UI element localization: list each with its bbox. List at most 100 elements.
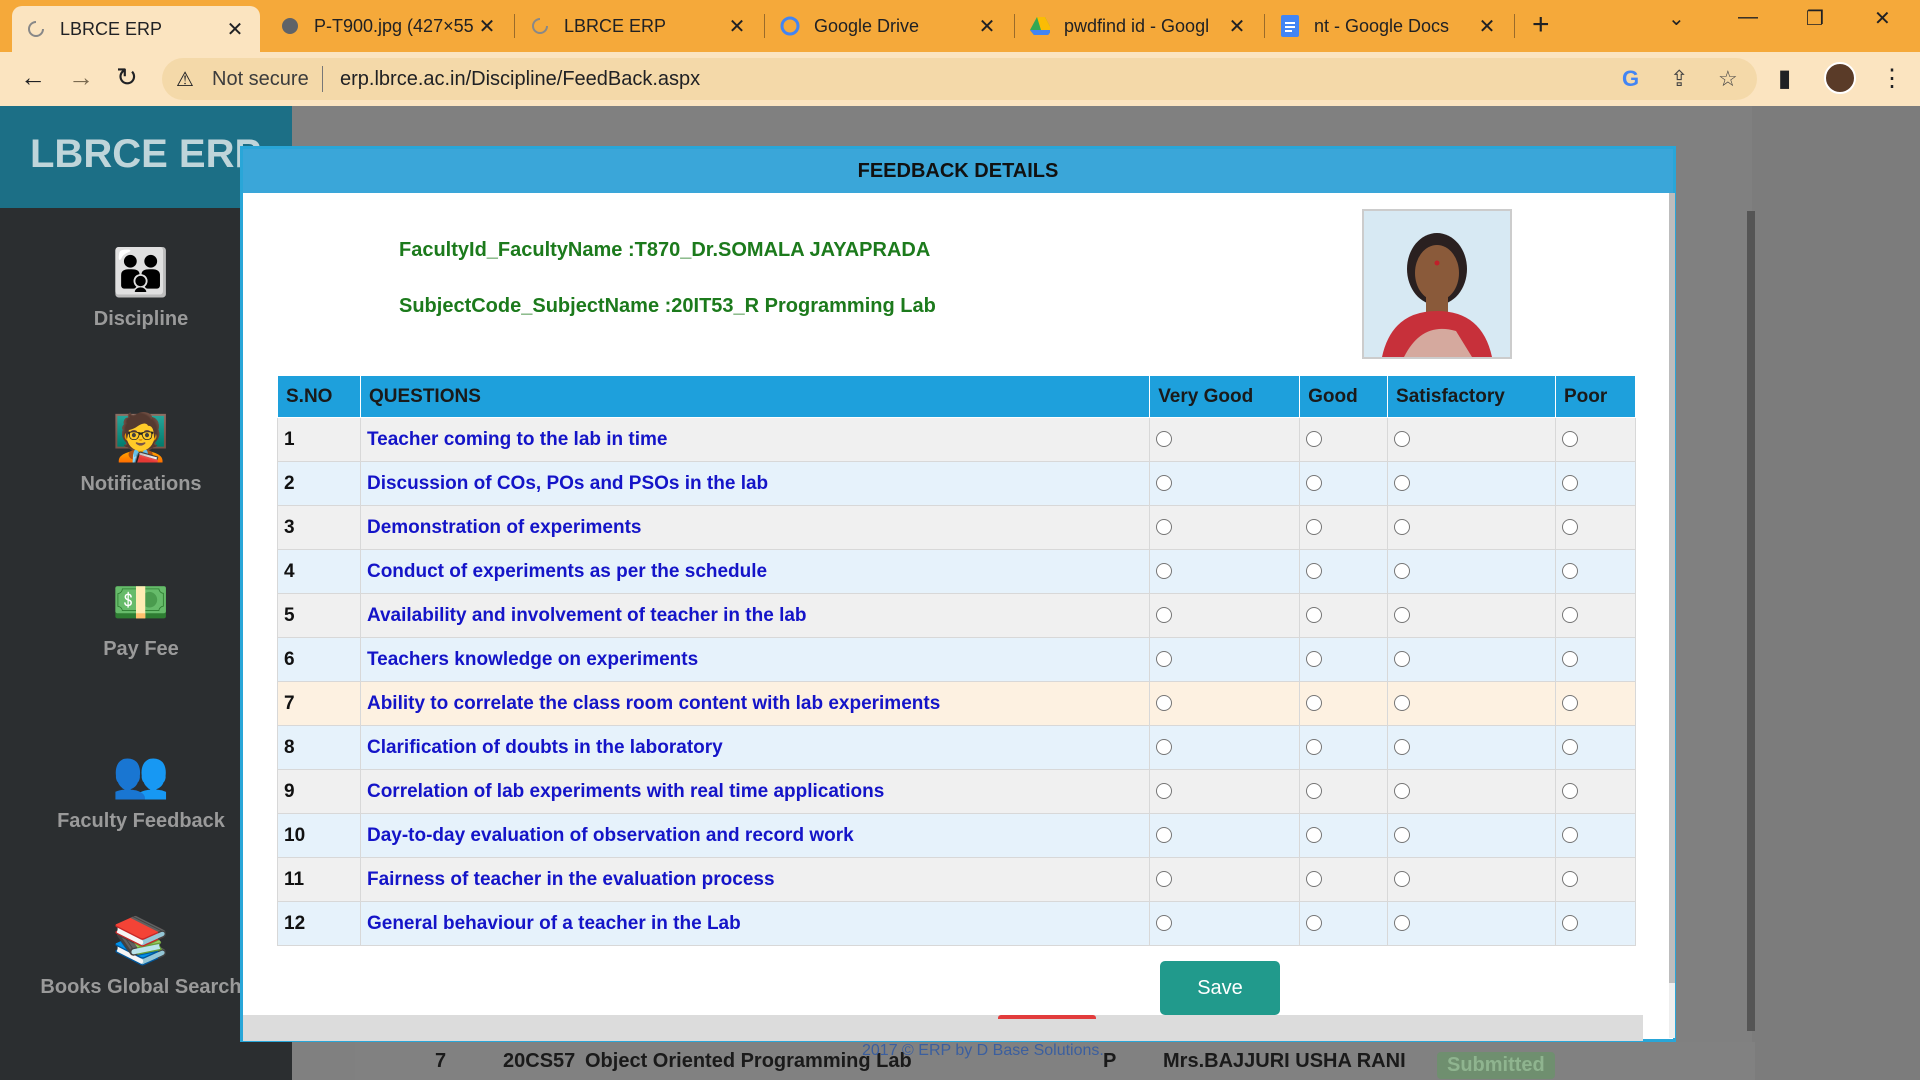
rating-radio-poor[interactable] xyxy=(1561,695,1578,712)
rating-radio-good[interactable] xyxy=(1306,871,1323,888)
close-icon[interactable]: ✕ xyxy=(1226,14,1248,39)
rating-radio-very-good[interactable] xyxy=(1156,607,1173,624)
close-window-icon[interactable]: ✕ xyxy=(1874,6,1891,31)
address-bar[interactable]: ⚠ Not secure erp.lbrce.ac.in/Discipline/… xyxy=(162,58,1757,100)
rating-radio-satisfactory[interactable] xyxy=(1394,695,1411,712)
rating-radio-poor[interactable] xyxy=(1561,475,1578,492)
subject-info: SubjectCode_SubjectName :20IT53_R Progra… xyxy=(399,295,936,317)
browser-tab[interactable]: LBRCE ERP ✕ xyxy=(516,7,762,45)
rating-radio-good[interactable] xyxy=(1306,651,1323,668)
sidebar-item-label: Discipline xyxy=(93,308,189,330)
tab-title: LBRCE ERP xyxy=(564,15,667,36)
rating-radio-good[interactable] xyxy=(1306,827,1323,844)
rating-radio-good[interactable] xyxy=(1306,783,1323,800)
rating-radio-poor[interactable] xyxy=(1561,651,1578,668)
tab-title: LBRCE ERP xyxy=(60,18,163,39)
save-button[interactable]: Save xyxy=(1160,961,1280,1015)
browser-tab[interactable]: P-T900.jpg (427×55 ✕ xyxy=(266,7,512,45)
rating-radio-very-good[interactable] xyxy=(1156,827,1173,844)
page-scrollbar[interactable] xyxy=(1747,211,1755,1031)
browser-tab[interactable]: pwdfind id - Googl ✕ xyxy=(1016,7,1262,45)
url-text[interactable]: erp.lbrce.ac.in/Discipline/FeedBack.aspx xyxy=(340,68,700,91)
share-icon[interactable]: ⇪ xyxy=(1670,66,1688,92)
rating-radio-satisfactory[interactable] xyxy=(1394,607,1411,624)
rating-radio-satisfactory[interactable] xyxy=(1394,475,1411,492)
menu-icon[interactable]: ⋮ xyxy=(1880,64,1904,93)
rating-radio-satisfactory[interactable] xyxy=(1394,563,1411,580)
rating-cell xyxy=(1387,637,1556,682)
rating-radio-satisfactory[interactable] xyxy=(1394,651,1411,668)
rating-radio-poor[interactable] xyxy=(1561,739,1578,756)
rating-radio-very-good[interactable] xyxy=(1156,651,1173,668)
loading-icon xyxy=(26,19,46,39)
rating-radio-very-good[interactable] xyxy=(1156,739,1173,756)
rating-radio-poor[interactable] xyxy=(1561,783,1578,800)
tab-search-icon[interactable]: ⌄ xyxy=(1668,6,1685,31)
rating-radio-satisfactory[interactable] xyxy=(1394,739,1411,756)
rating-radio-poor[interactable] xyxy=(1561,827,1578,844)
rating-radio-poor[interactable] xyxy=(1561,915,1578,932)
back-icon[interactable]: ← xyxy=(20,62,46,93)
rating-cell xyxy=(1554,637,1637,682)
rating-radio-very-good[interactable] xyxy=(1156,431,1173,448)
rating-radio-satisfactory[interactable] xyxy=(1394,871,1411,888)
avatar[interactable] xyxy=(1824,62,1856,94)
rating-radio-very-good[interactable] xyxy=(1156,563,1173,580)
rating-cell xyxy=(1387,681,1556,726)
scrollbar-thumb[interactable] xyxy=(1669,193,1675,983)
rating-radio-good[interactable] xyxy=(1306,431,1323,448)
rating-radio-good[interactable] xyxy=(1306,607,1323,624)
rating-radio-good[interactable] xyxy=(1306,695,1323,712)
rating-radio-satisfactory[interactable] xyxy=(1394,519,1411,536)
question-row: 11 Fairness of teacher in the evaluation … xyxy=(277,857,1637,902)
close-icon[interactable]: ✕ xyxy=(726,14,748,39)
modal-scrollbar[interactable] xyxy=(1669,193,1675,1038)
question-sno: 7 xyxy=(277,681,361,726)
minimize-icon[interactable]: — xyxy=(1738,6,1758,29)
modal-bottom-bar xyxy=(243,1015,1643,1041)
forward-icon[interactable]: → xyxy=(68,62,94,93)
bookmark-star-icon[interactable]: ☆ xyxy=(1718,66,1738,92)
browser-tab[interactable]: Google Drive ✕ xyxy=(766,7,1012,45)
rating-radio-poor[interactable] xyxy=(1561,431,1578,448)
browser-tab[interactable]: nt - Google Docs ✕ xyxy=(1266,7,1512,45)
rating-radio-very-good[interactable] xyxy=(1156,519,1173,536)
question-row: 4 Conduct of experiments as per the sched… xyxy=(277,549,1637,594)
rating-radio-poor[interactable] xyxy=(1561,519,1578,536)
reload-icon[interactable]: ↻ xyxy=(116,62,138,93)
rating-radio-very-good[interactable] xyxy=(1156,871,1173,888)
rating-radio-very-good[interactable] xyxy=(1156,915,1173,932)
rating-cell xyxy=(1554,857,1637,902)
footer-text: 2017 © ERP by D Base Solutions. xyxy=(862,1042,1104,1059)
browser-tab[interactable]: LBRCE ERP ✕ xyxy=(12,6,260,52)
rating-radio-satisfactory[interactable] xyxy=(1394,783,1411,800)
rating-radio-very-good[interactable] xyxy=(1156,695,1173,712)
close-icon[interactable]: ✕ xyxy=(476,14,498,39)
rating-radio-satisfactory[interactable] xyxy=(1394,431,1411,448)
rating-radio-good[interactable] xyxy=(1306,915,1323,932)
rating-radio-satisfactory[interactable] xyxy=(1394,915,1411,932)
close-icon[interactable]: ✕ xyxy=(976,14,998,39)
rating-radio-good[interactable] xyxy=(1306,475,1323,492)
rating-radio-very-good[interactable] xyxy=(1156,475,1173,492)
question-sno: 11 xyxy=(277,857,361,902)
rating-radio-poor[interactable] xyxy=(1561,607,1578,624)
column-header: Very Good xyxy=(1149,375,1301,418)
feedback-table: S.NO QUESTIONS Very Good Good Satisfacto… xyxy=(277,375,1637,946)
restore-icon[interactable]: ❐ xyxy=(1806,6,1824,31)
close-icon[interactable]: ✕ xyxy=(1476,14,1498,39)
close-icon[interactable]: ✕ xyxy=(224,17,246,42)
rating-cell xyxy=(1149,813,1301,858)
side-panel-icon[interactable]: ▮ xyxy=(1778,64,1791,93)
rating-radio-very-good[interactable] xyxy=(1156,783,1173,800)
rating-radio-satisfactory[interactable] xyxy=(1394,827,1411,844)
google-icon[interactable]: G xyxy=(1622,66,1639,92)
question-row: 10 Day-to-day evaluation of observation a… xyxy=(277,813,1637,858)
rating-radio-good[interactable] xyxy=(1306,519,1323,536)
rating-radio-good[interactable] xyxy=(1306,739,1323,756)
tab-title: Google Drive xyxy=(814,15,920,36)
new-tab-icon[interactable]: + xyxy=(1532,8,1550,42)
rating-radio-poor[interactable] xyxy=(1561,563,1578,580)
rating-radio-poor[interactable] xyxy=(1561,871,1578,888)
rating-radio-good[interactable] xyxy=(1306,563,1323,580)
